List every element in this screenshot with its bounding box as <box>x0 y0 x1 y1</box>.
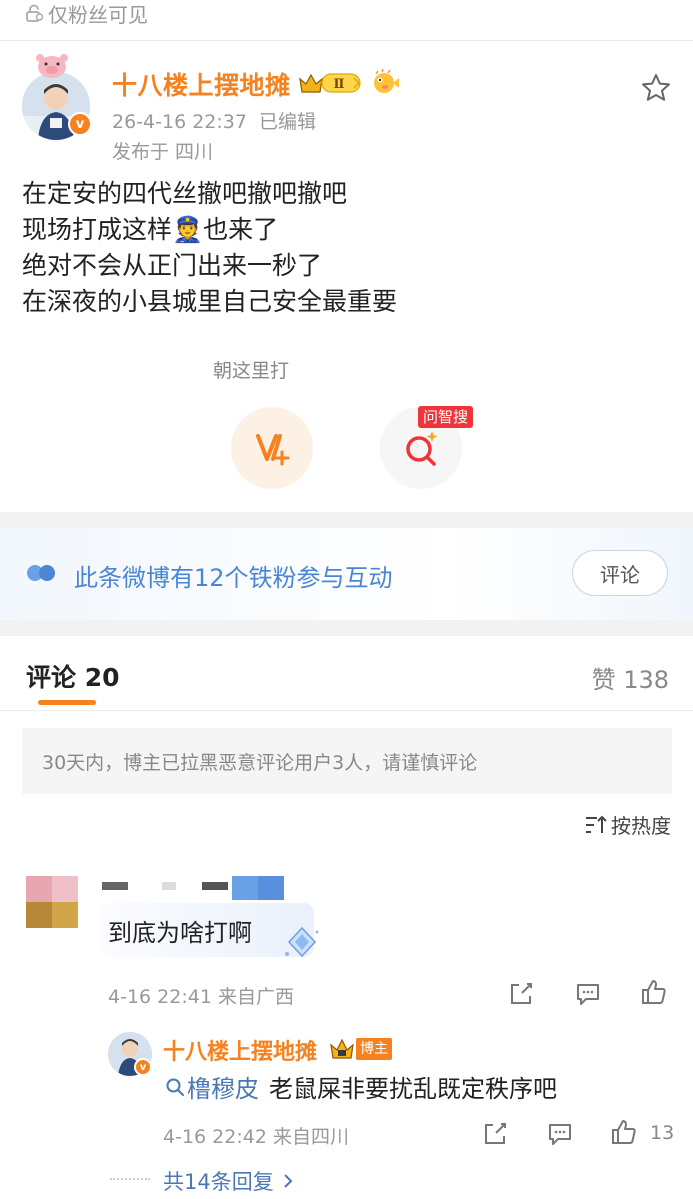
fan-level-badge-icon[interactable]: Ⅱ <box>298 70 364 96</box>
view-more-replies-link[interactable]: 共14条回复 <box>163 1166 296 1196</box>
post-location: 发布于 四川 <box>112 141 214 163</box>
chevron-right-icon <box>284 1174 293 1188</box>
post-meta: 26-4-16 22:37 已编辑 <box>112 107 316 134</box>
vplus-icon <box>256 434 290 466</box>
section-gap <box>0 620 693 636</box>
tab-likes[interactable]: 赞 138 <box>592 660 669 695</box>
vplus-button[interactable] <box>231 407 313 489</box>
blocked-users-notice: 30天内，博主已拉黑恶意评论用户3人，请谨慎评论 <box>22 728 672 794</box>
post-line: 现场打成这样👮也来了 <box>22 215 279 244</box>
divider <box>0 40 693 41</box>
ai-search-icon <box>406 431 438 466</box>
search-icon <box>166 1078 184 1096</box>
reply-icon[interactable] <box>574 980 602 1008</box>
visibility-indicator: 仅粉丝可见 <box>24 0 148 27</box>
commenter-name-obscured[interactable] <box>102 876 284 900</box>
reply-icon[interactable] <box>546 1120 574 1148</box>
author-tag: 博主 <box>356 1038 392 1060</box>
post-time: 26-4-16 22:37 <box>112 111 247 133</box>
tab-active-indicator <box>38 700 96 705</box>
fans-banner-text: 此条微博有12个铁粉参与互动 <box>74 564 393 592</box>
mention-link[interactable]: 橹穆皮 <box>165 1069 259 1104</box>
pufferfish-icon <box>374 68 399 93</box>
commenter-avatar[interactable] <box>26 876 78 928</box>
zhisou-tag: 问智搜 <box>418 406 474 428</box>
edited-label[interactable]: 已编辑 <box>259 111 316 133</box>
like-thumb-icon[interactable] <box>610 1118 638 1146</box>
mention-name: 橹穆皮 <box>187 1075 259 1103</box>
share-icon[interactable] <box>507 980 535 1008</box>
reply-like-count: 13 <box>650 1122 675 1144</box>
fan-crown-icon <box>330 1038 354 1059</box>
post-line: 在深夜的小县城里自己安全最重要 <box>22 287 398 316</box>
action-hint: 朝这里打 <box>212 360 289 382</box>
post-line: 绝对不会从正门出来一秒了 <box>22 251 323 280</box>
author-name[interactable]: 十八楼上摆地摊 <box>112 66 291 102</box>
sort-label: 按热度 <box>611 814 671 838</box>
post-line: 在定安的四代丝撤吧撤吧撤吧 <box>22 179 348 208</box>
fan-group-icon <box>27 565 55 581</box>
share-icon[interactable] <box>481 1120 509 1148</box>
visibility-label: 仅粉丝可见 <box>48 2 148 27</box>
reply-author-name[interactable]: 十八楼上摆地摊 <box>163 1034 317 1066</box>
tab-comments[interactable]: 评论 20 <box>26 658 120 694</box>
verified-badge-icon: v <box>68 112 92 136</box>
pig-sticker-icon <box>36 54 68 78</box>
comment-text: 到底为啥打啊 <box>108 919 252 947</box>
reply-meta: 4-16 22:42 来自四川 <box>163 1126 349 1148</box>
lock-person-icon <box>26 4 44 22</box>
comment-button[interactable]: 评论 <box>572 550 668 596</box>
svg-text:Ⅱ: Ⅱ <box>334 77 345 92</box>
like-thumb-icon[interactable] <box>640 978 668 1006</box>
comment-meta: 4-16 22:41 来自广西 <box>108 986 294 1008</box>
police-emoji: 👮 <box>172 215 204 244</box>
more-replies-label: 共14条回复 <box>163 1170 274 1194</box>
section-gap <box>0 512 693 528</box>
favorite-star-icon[interactable] <box>640 72 672 104</box>
reply-content: 橹穆皮 老鼠屎非要扰乱既定秩序吧 <box>165 1069 557 1104</box>
reply-text: 老鼠屎非要扰乱既定秩序吧 <box>269 1075 557 1103</box>
thread-connector <box>110 1178 150 1180</box>
sort-icon <box>586 815 607 833</box>
diamond-bubble-icon <box>285 926 319 958</box>
verified-badge-icon: v <box>134 1058 152 1076</box>
divider <box>0 710 693 711</box>
sort-by-hot-button[interactable]: 按热度 <box>585 810 671 839</box>
post-content: 在定安的四代丝撤吧撤吧撤吧 现场打成这样👮也来了 绝对不会从正门出来一秒了 在深… <box>22 176 397 320</box>
